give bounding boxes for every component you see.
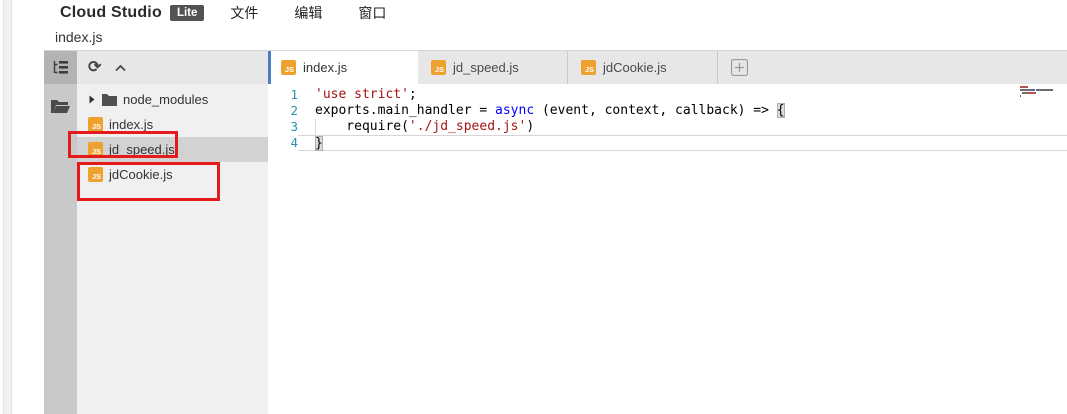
file-explorer-sidebar: ⟳ node_modules JS index.js JS jd_speed.js JS j…: [77, 51, 268, 414]
refresh-icon[interactable]: ⟳: [88, 60, 101, 76]
tab-label: jd_speed.js: [453, 60, 519, 75]
line-number: 2: [268, 103, 298, 119]
minimap-token: [1020, 89, 1033, 91]
line-number: 3: [268, 119, 298, 135]
tab-label: index.js: [303, 60, 347, 75]
code-line: 2exports.main_handler = async (event, co…: [268, 103, 1067, 119]
minimap-line: [1020, 95, 1064, 97]
minimap-line: [1020, 92, 1064, 94]
js-file-icon: JS: [431, 60, 446, 75]
menu-edit[interactable]: 编辑: [294, 3, 322, 23]
token-pln: ;: [409, 87, 417, 102]
list-tree-icon: [53, 61, 69, 74]
minimap-line: [1020, 89, 1064, 91]
code-text: exports.main_handler = async (event, con…: [298, 103, 1067, 119]
menu-window[interactable]: 窗口: [358, 3, 386, 23]
page-left-strip: [3, 0, 12, 414]
token-pln: require(: [315, 119, 409, 134]
collapse-up-icon[interactable]: [114, 64, 127, 72]
code-text: 'use strict';: [298, 87, 1067, 103]
file-tree: node_modules JS index.js JS jd_speed.js JS jdC…: [77, 84, 268, 187]
open-folder-icon: [51, 99, 70, 113]
folder-icon: [102, 94, 117, 106]
minimap-line: [1020, 86, 1064, 88]
editor-group: JSindex.jsJSjd_speed.jsJSjdCookie.js 1'u…: [268, 51, 1067, 414]
activity-bar: [44, 51, 77, 414]
code-lines: 1'use strict';2exports.main_handler = as…: [268, 87, 1067, 151]
tab-label: jdCookie.js: [603, 60, 667, 75]
js-file-icon: JS: [88, 142, 103, 157]
main-area: ⟳ node_modules JS index.js JS jd_speed.js JS j…: [44, 51, 1067, 414]
panel-sash[interactable]: [268, 51, 271, 84]
tree-item-label: jd_speed.js: [109, 142, 175, 157]
tree-item-index-js[interactable]: JS index.js: [77, 112, 268, 137]
minimap[interactable]: [1020, 86, 1064, 98]
js-file-icon: JS: [88, 117, 103, 132]
tree-item-jd-speed-js[interactable]: JS jd_speed.js: [77, 137, 268, 162]
token-brkt: }: [315, 136, 323, 151]
minimap-token: [1052, 89, 1053, 91]
menu-bar: Cloud Studio Lite 文件 编辑 窗口: [44, 0, 1067, 25]
token-pln: ): [526, 119, 534, 134]
tab-jd-speed-js[interactable]: JS jd_speed.js: [418, 51, 568, 84]
activity-item-explorer[interactable]: [44, 51, 77, 84]
menu-file[interactable]: 文件: [230, 3, 258, 23]
token-kw: async: [495, 103, 534, 118]
code-line: 4}: [268, 135, 1067, 151]
tree-item-node-modules[interactable]: node_modules: [77, 87, 268, 112]
activity-item-folders[interactable]: [44, 93, 77, 119]
token-pln: exports.main_handler =: [315, 103, 495, 118]
tree-item-jdcookie-js[interactable]: JS jdCookie.js: [77, 162, 268, 187]
minimap-token: [1035, 92, 1036, 94]
tree-item-label: node_modules: [123, 92, 208, 107]
sidebar-header: ⟳: [77, 51, 268, 84]
token-str: 'use strict': [315, 87, 409, 102]
code-line: 3 require('./jd_speed.js'): [268, 119, 1067, 135]
tab-index-js[interactable]: JS index.js: [268, 51, 418, 84]
minimap-token: [1027, 92, 1035, 94]
code-text: require('./jd_speed.js'): [298, 119, 1067, 135]
breadcrumb-file-label: index.js: [55, 29, 102, 45]
menu-items: 文件 编辑 窗口: [230, 3, 386, 23]
tree-item-label: jdCookie.js: [109, 167, 173, 182]
js-file-icon: JS: [88, 167, 103, 182]
minimap-token: [1027, 86, 1028, 88]
code-editor[interactable]: 1'use strict';2exports.main_handler = as…: [268, 84, 1067, 414]
new-tab-button[interactable]: [718, 51, 760, 84]
minimap-token: [1020, 95, 1021, 97]
cloud-studio-app: Cloud Studio Lite 文件 编辑 窗口 index.js ⟳ node…: [44, 0, 1067, 414]
line-number: 4: [268, 135, 298, 151]
token-str: './jd_speed.js': [409, 119, 526, 134]
minimap-token: [1020, 86, 1027, 88]
lite-badge: Lite: [170, 5, 204, 21]
line-number: 1: [268, 87, 298, 103]
token-brkt: {: [777, 103, 785, 118]
minimap-token: [1036, 89, 1053, 91]
code-text: }: [298, 135, 1067, 151]
app-logo: Cloud Studio: [60, 4, 162, 22]
token-pln: (event, context, callback) =>: [534, 103, 777, 118]
tree-item-label: index.js: [109, 117, 153, 132]
code-line: 1'use strict';: [268, 87, 1067, 103]
expand-arrow-icon[interactable]: [88, 95, 96, 104]
breadcrumb-bar: index.js: [44, 25, 1067, 51]
js-file-icon: JS: [281, 60, 296, 75]
tab-jdcookie-js[interactable]: JS jdCookie.js: [568, 51, 718, 84]
tab-bar: JS index.js JS jd_speed.js JS jdCookie.js: [268, 51, 1067, 84]
js-file-icon: JS: [581, 60, 596, 75]
